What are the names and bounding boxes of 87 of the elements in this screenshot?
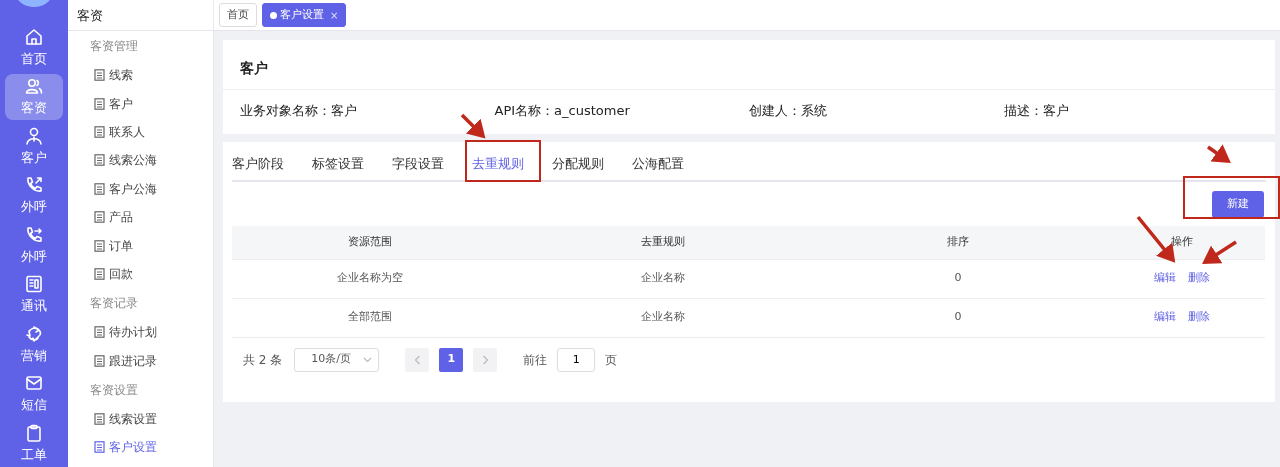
column-header: 资源范围	[348, 234, 392, 248]
next-page-button[interactable]	[473, 347, 498, 372]
page-button[interactable]: 1	[439, 347, 464, 372]
document-icon	[94, 239, 105, 252]
table-cell: 企业名称为空	[337, 271, 403, 285]
info-field: 业务对象名称：客户	[240, 101, 495, 121]
info-field: 描述：客户	[1003, 101, 1258, 121]
active-dot-icon	[270, 11, 277, 19]
document-icon	[94, 182, 105, 195]
goto-label: 前往	[523, 351, 548, 369]
settings-tab[interactable]: 客户阶段	[232, 153, 284, 180]
nav-item[interactable]: 短信	[5, 371, 63, 418]
sidebar-item[interactable]: 待办计划	[68, 318, 213, 347]
edit-link[interactable]: 编辑	[1147, 270, 1182, 287]
table-cell: 0	[954, 310, 962, 324]
document-icon	[94, 69, 105, 82]
sidebar-group-label: 客资设置	[89, 381, 139, 399]
chevron-right-icon	[481, 354, 489, 365]
cycle-icon	[24, 323, 44, 344]
sidebar-item[interactable]: 订单	[68, 231, 213, 260]
page-size-select[interactable]: 10条/页	[294, 347, 380, 372]
sidebar-item[interactable]: 线索设置	[68, 404, 213, 434]
page-tab[interactable]: 客户设置 ×	[262, 3, 347, 27]
nav-item[interactable]: 首页	[5, 24, 63, 71]
edit-link[interactable]: 编辑	[1147, 309, 1182, 326]
annotation-arrow	[460, 113, 486, 139]
nav-item[interactable]: 工单	[5, 420, 63, 467]
page-input[interactable]: 1	[557, 347, 596, 372]
document-icon	[94, 354, 105, 367]
settings-tab[interactable]: 字段设置	[392, 153, 444, 180]
sidebar-item[interactable]: 产品	[68, 202, 213, 232]
sidebar-item[interactable]: 线索公海	[68, 146, 213, 175]
settings-tab[interactable]: 去重规则	[472, 153, 524, 180]
sidebar-group-label: 客资记录	[89, 295, 139, 313]
document-icon	[94, 154, 105, 167]
nav-item[interactable]: 客户	[5, 123, 63, 170]
contacts-icon	[24, 274, 44, 295]
sidebar-item[interactable]: 回款	[68, 259, 213, 289]
settings-tab[interactable]: 公海配置	[632, 153, 684, 180]
home-icon	[24, 26, 44, 47]
sidebar-group-label: 客资管理	[89, 38, 139, 55]
nav-item[interactable]: 营销	[5, 321, 63, 368]
column-header: 去重规则	[641, 234, 685, 248]
table-cell: 企业名称	[641, 310, 685, 324]
document-icon	[94, 441, 105, 454]
info-field: API名称：a_customer	[494, 101, 749, 121]
clipboard-icon	[24, 423, 44, 443]
caret-icon	[363, 356, 373, 363]
nav-item[interactable]: 外呼	[5, 172, 63, 220]
nav-item[interactable]: 通讯	[5, 271, 63, 319]
document-icon	[94, 211, 105, 224]
person-icon	[24, 125, 44, 146]
sidebar-item[interactable]: 线索	[68, 61, 213, 90]
nav-item[interactable]: 外呼	[5, 222, 63, 269]
chevron-left-icon	[413, 354, 421, 365]
page-tab[interactable]: 首页	[219, 3, 257, 27]
settings-tab[interactable]: 分配规则	[552, 153, 604, 180]
document-icon	[94, 267, 105, 280]
sidebar-item[interactable]: 联系人	[68, 117, 213, 147]
column-header: 排序	[947, 234, 969, 248]
sidebar-item[interactable]: 客户	[68, 89, 213, 118]
sidebar-item[interactable]: 跟进记录	[68, 346, 213, 375]
document-icon	[94, 97, 105, 110]
phone-icon	[24, 224, 44, 245]
info-field: 创建人：系统	[749, 101, 1004, 121]
total-count: 共 2 条	[243, 351, 283, 369]
users-icon	[24, 76, 44, 97]
column-header: 操作	[1170, 234, 1193, 248]
table-cell: 全部范围	[348, 310, 392, 324]
table-cell: 企业名称	[641, 271, 685, 285]
document-icon	[94, 413, 105, 426]
document-icon	[94, 326, 105, 339]
annotation-arrow	[1207, 144, 1231, 163]
delete-link[interactable]: 删除	[1181, 309, 1216, 326]
sidebar-title: 客资	[68, 0, 213, 31]
settings-tab[interactable]: 标签设置	[312, 153, 364, 180]
sidebar-item[interactable]: 客户设置	[68, 433, 213, 462]
close-icon[interactable]: ×	[330, 7, 339, 23]
document-icon	[94, 125, 105, 138]
sidebar-item[interactable]: 客户公海	[68, 174, 213, 203]
table-cell: 0	[954, 271, 962, 285]
prev-page-button[interactable]	[405, 347, 430, 372]
delete-link[interactable]: 删除	[1181, 270, 1216, 287]
card-title: 客户	[223, 40, 1275, 90]
new-button[interactable]: 新建	[1212, 191, 1264, 218]
annotation-arrow	[1202, 240, 1237, 264]
page-suffix: 页	[605, 351, 618, 369]
